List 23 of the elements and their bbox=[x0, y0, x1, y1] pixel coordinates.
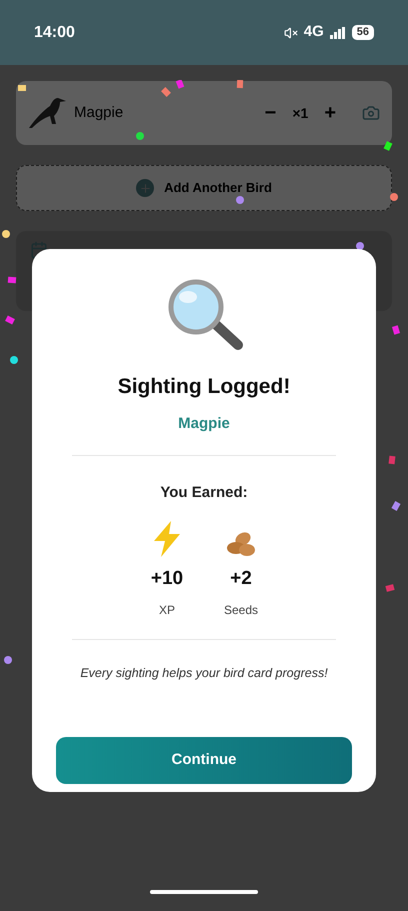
status-time: 14:00 bbox=[34, 22, 75, 42]
bird-silhouette-icon bbox=[28, 96, 68, 130]
dialog-title: Sighting Logged! bbox=[118, 374, 290, 400]
peanuts-icon bbox=[226, 530, 256, 556]
signal-icon bbox=[330, 26, 346, 38]
battery-level: 56 bbox=[352, 25, 374, 40]
bird-name-label: Magpie bbox=[178, 414, 230, 434]
bird-count: ×1 bbox=[292, 104, 308, 122]
network-type: 4G bbox=[304, 22, 324, 42]
bird-name: Magpie bbox=[74, 102, 124, 123]
continue-button[interactable]: Continue bbox=[56, 736, 352, 784]
decrement-button[interactable]: − bbox=[262, 98, 278, 128]
encouragement-text: Every sighting helps your bird card progress! bbox=[80, 665, 328, 682]
lightning-bolt-icon bbox=[152, 520, 182, 556]
reward-label: XP bbox=[158, 602, 175, 619]
add-bird-button[interactable]: Add Another Bird bbox=[16, 165, 392, 211]
earned-heading: You Earned: bbox=[160, 483, 248, 503]
reward-amount: +10 bbox=[150, 566, 184, 590]
mute-icon bbox=[284, 26, 298, 40]
camera-icon[interactable] bbox=[362, 104, 380, 122]
increment-button[interactable]: + bbox=[322, 98, 338, 128]
reward-label: Seeds bbox=[224, 602, 258, 619]
reward-amount: +2 bbox=[230, 566, 252, 590]
